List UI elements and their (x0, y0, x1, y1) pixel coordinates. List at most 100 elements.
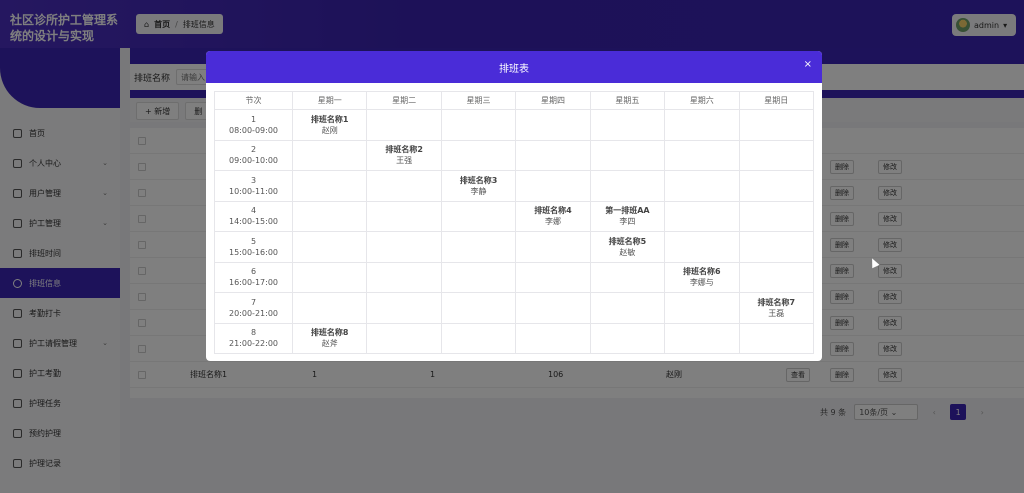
time-slot-cell: 4 14:00-15:00 (214, 200, 293, 232)
slot-number: 6 (250, 267, 257, 277)
schedule-cell (664, 200, 740, 232)
schedule-header-4: 星期四 (515, 91, 591, 110)
schedule-cell (738, 139, 815, 171)
schedule-cell (664, 322, 740, 354)
schedule-cell (515, 261, 591, 293)
slot-time: 21:00-22:00 (229, 339, 278, 349)
schedule-cell (589, 139, 666, 171)
schedule-cell[interactable]: 第一排班AA 李四 (589, 200, 666, 232)
time-slot-cell: 3 10:00-11:00 (214, 170, 293, 202)
shift-person: 李静 (470, 186, 487, 196)
time-slot-cell: 5 15:00-16:00 (214, 231, 293, 263)
slot-number: 3 (250, 175, 257, 185)
schedule-cell (291, 292, 368, 324)
schedule-cell[interactable]: 排班名称4 李娜 (515, 200, 591, 232)
slot-time: 08:00-09:00 (229, 125, 278, 135)
schedule-cell[interactable]: 排班名称7 王磊 (738, 292, 815, 324)
shift-name: 第一排班AA (605, 206, 650, 216)
schedule-row: 2 09:00-10:00 排班名称2 王强 (214, 139, 815, 171)
time-slot-cell: 7 20:00-21:00 (214, 292, 293, 324)
schedule-cell (366, 200, 442, 232)
dialog-header: 排班表 × (206, 51, 822, 83)
schedule-cell[interactable]: 排班名称5 赵敏 (589, 231, 666, 263)
schedule-header-0: 节次 (214, 91, 293, 110)
slot-number: 5 (250, 236, 257, 246)
schedule-cell (515, 292, 591, 324)
shift-name: 排班名称1 (310, 114, 349, 124)
schedule-cell (440, 292, 517, 324)
schedule-cell (515, 109, 591, 141)
schedule-cell (291, 139, 368, 171)
schedule-cell (366, 261, 442, 293)
schedule-cell (515, 139, 591, 171)
schedule-cell[interactable]: 排班名称3 李静 (440, 170, 517, 202)
schedule-row: 4 14:00-15:00 排班名称4 李娜 第一排班AA 李四 (214, 200, 815, 232)
shift-name: 排班名称5 (608, 236, 647, 246)
schedule-cell (664, 292, 740, 324)
time-slot-cell: 6 16:00-17:00 (214, 261, 293, 293)
schedule-header-7: 星期日 (738, 91, 815, 110)
schedule-cell (515, 322, 591, 354)
shift-person: 赵刚 (321, 125, 338, 135)
schedule-cell (366, 322, 442, 354)
schedule-cell (291, 231, 368, 263)
schedule-row: 8 21:00-22:00 排班名称8 赵斧 (214, 322, 815, 354)
shift-person: 王磊 (768, 308, 785, 318)
schedule-dialog: 排班表 × 节次 星期一 星期二 星期三 星期四 星期五 星期六 星期日 1 08:00-09:… (206, 51, 822, 361)
close-icon[interactable]: × (804, 59, 812, 70)
schedule-row: 1 08:00-09:00 排班名称1 赵刚 (214, 109, 815, 141)
schedule-cell (515, 231, 591, 263)
slot-time: 20:00-21:00 (229, 308, 278, 318)
schedule-cell (366, 109, 442, 141)
schedule-cell (440, 200, 517, 232)
schedule-cell (515, 170, 591, 202)
schedule-cell (440, 139, 517, 171)
schedule-cell (366, 170, 442, 202)
schedule-row: 3 10:00-11:00 排班名称3 李静 (214, 170, 815, 202)
schedule-cell (738, 261, 815, 293)
schedule-header-6: 星期六 (664, 91, 740, 110)
schedule-cell (589, 322, 666, 354)
schedule-cell (738, 322, 815, 354)
schedule-header-2: 星期二 (366, 91, 442, 110)
schedule-cell (589, 292, 666, 324)
dialog-title: 排班表 (499, 63, 529, 75)
slot-time: 15:00-16:00 (229, 247, 278, 257)
schedule-cell (440, 109, 517, 141)
shift-name: 排班名称4 (534, 206, 572, 216)
shift-name: 排班名称6 (683, 267, 721, 277)
schedule-cell (440, 261, 517, 293)
schedule-cell (589, 261, 666, 293)
schedule-cell (440, 322, 517, 354)
schedule-cell (440, 231, 517, 263)
time-slot-cell: 8 21:00-22:00 (214, 322, 293, 354)
shift-person: 赵敏 (619, 247, 636, 257)
shift-person: 李娜与 (689, 278, 714, 288)
slot-number: 4 (250, 206, 257, 216)
schedule-cell (291, 261, 368, 293)
schedule-header-5: 星期五 (589, 91, 666, 110)
schedule-cell (366, 292, 442, 324)
schedule-row: 6 16:00-17:00 排班名称6 李娜与 (214, 261, 815, 293)
slot-time: 09:00-10:00 (229, 156, 278, 166)
slot-number: 2 (250, 145, 257, 155)
shift-person: 赵斧 (321, 339, 338, 349)
schedule-cell (664, 170, 740, 202)
schedule-cell[interactable]: 排班名称1 赵刚 (291, 109, 368, 141)
schedule-cell (664, 109, 740, 141)
shift-name: 排班名称2 (385, 145, 423, 155)
schedule-cell (366, 231, 442, 263)
schedule-cell[interactable]: 排班名称2 王强 (366, 139, 442, 171)
schedule-cell (664, 139, 740, 171)
schedule-cell (738, 200, 815, 232)
schedule-cell (738, 170, 815, 202)
schedule-cell[interactable]: 排班名称6 李娜与 (664, 261, 740, 293)
time-slot-cell: 2 09:00-10:00 (214, 139, 293, 171)
schedule-header-row: 节次 星期一 星期二 星期三 星期四 星期五 星期六 星期日 (214, 91, 815, 110)
schedule-cell[interactable]: 排班名称8 赵斧 (291, 322, 368, 354)
slot-number: 7 (250, 297, 257, 307)
shift-name: 排班名称7 (757, 297, 796, 307)
schedule-cell (738, 231, 815, 263)
slot-number: 8 (250, 328, 257, 338)
schedule-cell (589, 109, 666, 141)
